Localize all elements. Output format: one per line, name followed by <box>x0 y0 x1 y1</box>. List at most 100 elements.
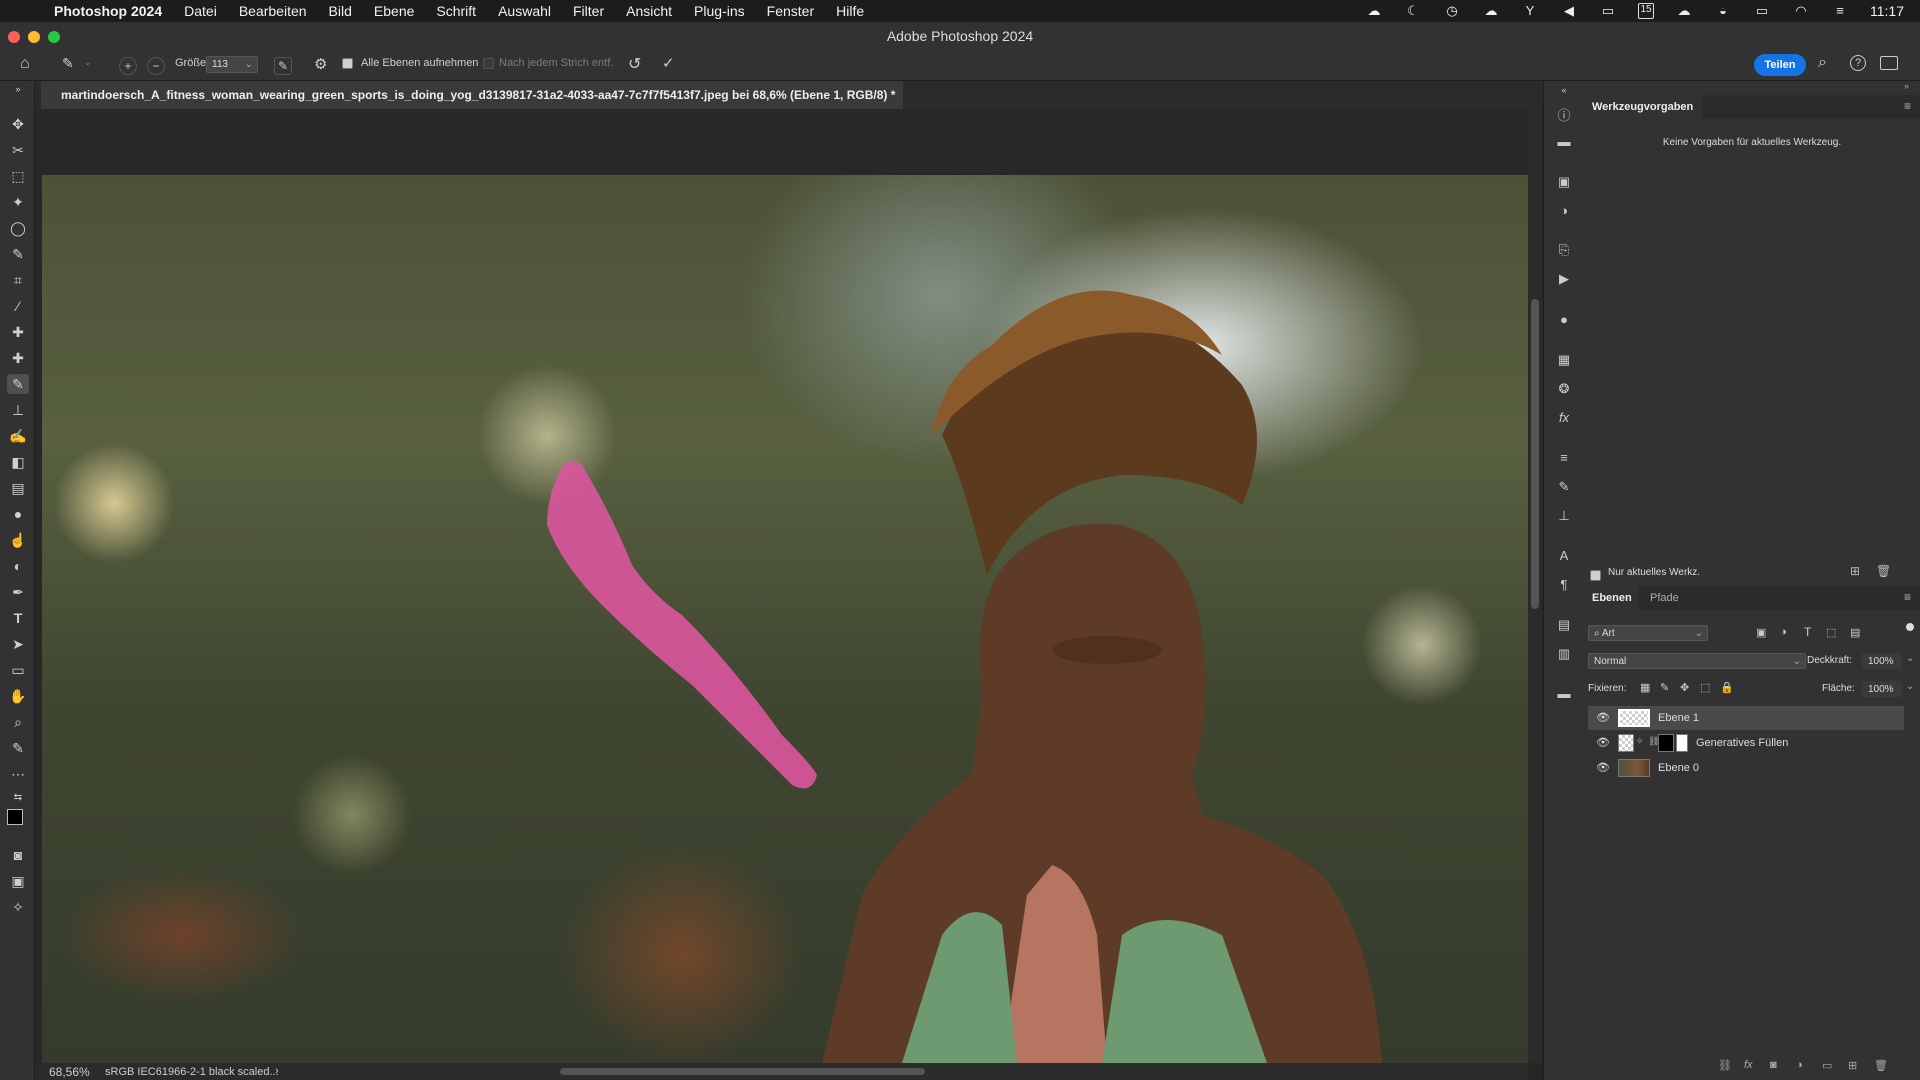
layers-tab[interactable]: Ebenen <box>1592 592 1632 604</box>
marquee-tool-icon[interactable]: ⬚ <box>7 166 29 186</box>
tool-presets-tab[interactable]: Werkzeugvorgaben <box>1592 101 1693 113</box>
blur-tool-icon[interactable]: ● <box>7 504 29 524</box>
adjustments-icon[interactable]: ◑ <box>1555 202 1573 220</box>
paragraph-icon[interactable]: ¶ <box>1555 576 1573 594</box>
spot-healing-tool-icon[interactable]: ✚ <box>7 322 29 342</box>
opacity-input[interactable]: 100% <box>1862 653 1902 669</box>
hand-tool-icon[interactable]: ✋ <box>7 686 29 706</box>
filter-type-icon[interactable]: T <box>1804 625 1811 639</box>
horizontal-scroll-thumb[interactable] <box>560 1068 925 1075</box>
crop-tool-icon[interactable]: ⌗ <box>7 270 29 290</box>
delete-layer-icon[interactable]: 🗑 <box>1874 1059 1888 1072</box>
help-icon[interactable]: ? <box>1850 55 1866 71</box>
add-mask-icon[interactable]: ◙ <box>1770 1059 1777 1071</box>
foreground-color-swatch[interactable] <box>7 809 23 825</box>
menu-bearbeiten[interactable]: Bearbeiten <box>239 3 307 19</box>
rectangle-tool-icon[interactable]: ▭ <box>7 660 29 680</box>
generative-icon[interactable]: ✧ <box>7 897 29 917</box>
zoom-level[interactable]: 68,56% <box>49 1065 90 1079</box>
menubar-clock[interactable]: 11:17 <box>1870 3 1904 19</box>
contextual-bar-icon[interactable]: ▬ <box>1555 685 1573 703</box>
styles-fx-icon[interactable]: fx <box>1555 409 1573 427</box>
new-group-icon[interactable]: ▭ <box>1822 1059 1832 1072</box>
canvas-area[interactable] <box>35 109 1528 1063</box>
undo-icon[interactable]: ↺ <box>628 54 641 74</box>
fill-dropdown-icon[interactable]: ⌄ <box>1906 681 1914 692</box>
layer-mask-thumbnail[interactable] <box>1658 734 1674 752</box>
filter-pixel-icon[interactable]: ▣ <box>1756 626 1766 639</box>
tool-presets-menu-icon[interactable]: ≡ <box>1904 99 1911 113</box>
menu-app-name[interactable]: Photoshop 2024 <box>54 3 162 19</box>
menu-plugins[interactable]: Plug-ins <box>694 3 745 19</box>
layer-mask-thumbnail[interactable] <box>1676 734 1688 752</box>
zoom-tool-icon[interactable]: ⌕ <box>7 712 29 732</box>
properties-icon[interactable]: ▣ <box>1555 173 1573 191</box>
visibility-eye-icon[interactable]: 👁 <box>1596 736 1610 750</box>
delete-preset-icon[interactable]: 🗑 <box>1876 564 1891 578</box>
screen-mode-icon[interactable]: ▣ <box>7 871 29 891</box>
filter-smart-object-icon[interactable]: ▤ <box>1850 626 1860 639</box>
lock-all-icon[interactable]: 🔒 <box>1720 681 1734 694</box>
search-icon[interactable]: ⌕ <box>1818 54 1827 72</box>
menu-ebene[interactable]: Ebene <box>374 3 414 19</box>
subtract-from-selection-icon[interactable]: − <box>147 57 165 75</box>
paint-tool-icon[interactable]: ✎ <box>7 738 29 758</box>
menu-ansicht[interactable]: Ansicht <box>626 3 672 19</box>
character-icon[interactable]: A <box>1555 547 1573 565</box>
lock-transparent-icon[interactable]: ▦ <box>1640 681 1650 694</box>
lock-image-icon[interactable]: ✎ <box>1660 681 1669 694</box>
layers-menu-icon[interactable]: ≡ <box>1904 590 1911 604</box>
add-to-selection-icon[interactable]: + <box>119 57 137 75</box>
sample-all-layers-checkbox[interactable] <box>342 57 353 69</box>
menu-schrift[interactable]: Schrift <box>436 3 476 19</box>
confirm-check-icon[interactable]: ✓ <box>662 54 675 72</box>
home-icon[interactable]: ⌂ <box>20 55 30 73</box>
pressure-size-icon[interactable]: ✎ <box>274 57 292 75</box>
chevron-down-icon[interactable]: ⌄ <box>84 57 92 68</box>
vertical-scroll-thumb[interactable] <box>1531 299 1539 609</box>
healing-brush-tool-icon[interactable]: ✚ <box>7 348 29 368</box>
measure-icon[interactable]: ▬ <box>1555 133 1573 151</box>
layer-row[interactable]: 👁 ✧ ⛓ Generatives Füllen <box>1588 731 1904 755</box>
blend-mode-select[interactable]: Normal ⌄ <box>1588 653 1806 669</box>
filter-toggle-icon[interactable] <box>1906 623 1914 631</box>
patterns-icon[interactable]: ❂ <box>1555 380 1573 398</box>
layer-filter-select[interactable]: ⌕ Art ⌄ <box>1588 625 1708 641</box>
moon-icon[interactable]: ☾ <box>1404 4 1422 18</box>
lock-position-icon[interactable]: ✥ <box>1680 681 1689 694</box>
swatches-grid-icon[interactable]: ▦ <box>1555 351 1573 369</box>
quick-selection-tool-icon[interactable]: ✎ <box>7 244 29 264</box>
expand-panels-icon[interactable]: » <box>1904 81 1909 91</box>
display-icon[interactable]: ▭ <box>1599 4 1617 18</box>
collapse-panels-icon[interactable]: « <box>1555 81 1573 99</box>
calendar-icon[interactable]: 15 <box>1638 3 1654 19</box>
share-button[interactable]: Teilen <box>1754 54 1806 76</box>
dodge-tool-icon[interactable]: ◐ <box>7 556 29 576</box>
quick-mask-icon[interactable]: ◙ <box>7 845 29 865</box>
visibility-eye-icon[interactable]: 👁 <box>1596 711 1610 725</box>
creative-cloud-icon[interactable]: ☁ <box>1365 4 1383 18</box>
menu-fenster[interactable]: Fenster <box>767 3 814 19</box>
eyedropper-tool-icon[interactable]: ⁄ <box>7 296 29 316</box>
gradient-tool-icon[interactable]: ▤ <box>7 478 29 498</box>
filter-adjustment-icon[interactable]: ◑ <box>1780 626 1787 638</box>
remove-after-stroke-checkbox[interactable] <box>483 57 494 69</box>
menu-hilfe[interactable]: Hilfe <box>836 3 864 19</box>
layer-row[interactable]: 👁 Ebene 1 <box>1588 706 1904 730</box>
new-adjustment-layer-icon[interactable]: ◑ <box>1796 1059 1803 1071</box>
brush-tool-icon[interactable]: ✍ <box>7 426 29 446</box>
pen-tool-icon[interactable]: ✒ <box>7 582 29 602</box>
menu-datei[interactable]: Datei <box>184 3 217 19</box>
path-selection-tool-icon[interactable]: ➤ <box>7 634 29 654</box>
menu-bild[interactable]: Bild <box>329 3 352 19</box>
lock-artboard-icon[interactable]: ⬚ <box>1700 681 1710 694</box>
workspace-icon[interactable] <box>1880 56 1898 70</box>
history-icon[interactable]: ⎘ <box>1555 241 1573 259</box>
link-layers-icon[interactable]: ⛓ <box>1718 1059 1732 1072</box>
layer-name[interactable]: Ebene 1 <box>1658 712 1699 724</box>
battery-icon[interactable]: ▭ <box>1753 4 1771 18</box>
clone-stamp-tool-icon[interactable]: ⊥ <box>7 400 29 420</box>
clone-source-icon[interactable]: ⊥ <box>1555 507 1573 525</box>
gear-icon[interactable]: ⚙ <box>314 55 327 73</box>
menu-filter[interactable]: Filter <box>573 3 604 19</box>
